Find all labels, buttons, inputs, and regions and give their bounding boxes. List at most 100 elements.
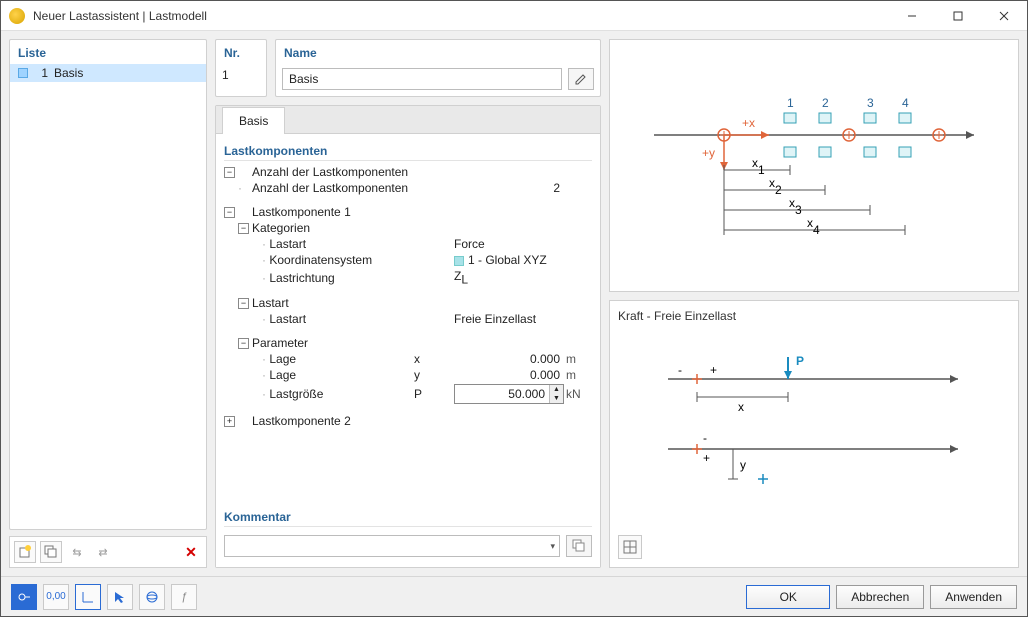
group-parameter: Parameter [252, 336, 592, 350]
lastart-value[interactable]: Force [454, 237, 564, 251]
svg-text:-: - [703, 431, 707, 445]
magnitude-label: · Lastgröße [252, 387, 414, 401]
list-toolbar: ⇆ ⇄ ✕ [9, 536, 207, 568]
titlebar: Neuer Lastassistent | Lastmodell [1, 1, 1027, 31]
svg-text:3: 3 [867, 96, 874, 110]
expander-kategorien[interactable]: − [238, 223, 249, 234]
view-3-button[interactable] [139, 584, 165, 610]
svg-text:+x: +x [742, 116, 755, 130]
apply-button[interactable]: Anwenden [930, 585, 1017, 609]
diagram-upper: +x +y 1 2 [609, 39, 1019, 292]
comment-heading: Kommentar [224, 506, 592, 527]
spin-up-icon[interactable]: ▲ [550, 385, 563, 394]
expander-lastart[interactable]: − [238, 298, 249, 309]
svg-text:y: y [740, 458, 746, 472]
svg-text:x1: x1 [752, 156, 765, 177]
diagram-lower-title: Kraft - Freie Einzellast [618, 309, 1010, 323]
comment-library-button[interactable] [566, 535, 592, 557]
key-icon [17, 590, 31, 604]
svg-text:-: - [678, 363, 682, 377]
diagram-lower: Kraft - Freie Einzellast - + P [609, 300, 1019, 569]
link2-button[interactable]: ⇄ [92, 541, 114, 563]
diagram-settings-button[interactable] [618, 535, 642, 559]
expander-count[interactable]: − [224, 167, 235, 178]
lage-y-unit: m [564, 368, 592, 382]
list-item-icon [18, 68, 28, 78]
lage-y-symbol: y [414, 368, 454, 382]
edit-name-button[interactable] [568, 68, 594, 90]
help-button[interactable] [11, 584, 37, 610]
svg-text:x: x [738, 400, 744, 414]
expander-comp2[interactable]: + [224, 416, 235, 427]
list-heading: Liste [10, 40, 206, 64]
svg-text:+: + [703, 451, 710, 465]
maximize-button[interactable] [935, 1, 981, 31]
table-icon [623, 540, 637, 554]
svg-text:P: P [796, 354, 804, 368]
link-button[interactable]: ⇆ [66, 541, 88, 563]
count-value[interactable]: 2 [454, 181, 564, 195]
direction-label: · Lastrichtung [252, 271, 414, 285]
new-item-button[interactable] [14, 541, 36, 563]
magnitude-symbol: P [414, 387, 454, 401]
cursor-icon [113, 590, 127, 604]
units-button[interactable]: 0,00 [43, 584, 69, 610]
svg-text:4: 4 [902, 96, 909, 110]
expander-comp1[interactable]: − [224, 207, 235, 218]
close-button[interactable] [981, 1, 1027, 31]
tab-basis[interactable]: Basis [222, 107, 285, 134]
count-label: Anzahl der Lastkomponenten [252, 181, 414, 195]
type-label: · Lastart [252, 312, 414, 326]
direction-value[interactable]: ZL [454, 269, 564, 286]
group-comp1: Lastkomponente 1 [252, 205, 592, 219]
view-1-button[interactable] [75, 584, 101, 610]
svg-text:2: 2 [822, 96, 829, 110]
window-title: Neuer Lastassistent | Lastmodell [33, 9, 889, 23]
lage-x-label: · Lage [252, 352, 414, 366]
pencil-icon [574, 72, 588, 86]
nr-heading: Nr. [216, 40, 266, 64]
script-button[interactable]: ƒ [171, 584, 197, 610]
svg-text:x2: x2 [769, 176, 782, 197]
minimize-button[interactable] [889, 1, 935, 31]
list-item-label: Basis [54, 66, 83, 80]
type-value[interactable]: Freie Einzellast [454, 312, 564, 326]
lage-x-value[interactable]: 0.000 [454, 352, 564, 366]
spin-down-icon[interactable]: ▼ [550, 394, 563, 403]
globe-icon [145, 590, 159, 604]
app-icon [9, 8, 25, 24]
list-item-number: 1 [34, 66, 48, 80]
section-lastkomponenten: Lastkomponenten [224, 140, 592, 161]
magnitude-unit: kN [564, 387, 592, 401]
svg-text:+: + [710, 363, 717, 377]
axes-icon [81, 590, 95, 604]
lastart-label: · Lastart [252, 237, 414, 251]
copy-icon [572, 539, 586, 553]
group-lastart: Lastart [252, 296, 592, 310]
svg-text:x4: x4 [807, 216, 820, 237]
group-kategorien: Kategorien [252, 221, 592, 235]
list-item[interactable]: 1 Basis [10, 64, 206, 82]
svg-text:x3: x3 [789, 196, 802, 217]
svg-text:+y: +y [702, 146, 715, 160]
nr-value: 1 [222, 68, 229, 82]
delete-button[interactable]: ✕ [180, 541, 202, 563]
lage-y-label: · Lage [252, 368, 414, 382]
cancel-button[interactable]: Abbrechen [836, 585, 924, 609]
coord-value[interactable]: 1 - Global XYZ [454, 253, 564, 267]
comment-combo[interactable]: ▾ [224, 535, 560, 557]
view-2-button[interactable] [107, 584, 133, 610]
lage-y-value[interactable]: 0.000 [454, 368, 564, 382]
expander-parameter[interactable]: − [238, 338, 249, 349]
copy-item-button[interactable] [40, 541, 62, 563]
group-comp2: Lastkomponente 2 [252, 414, 592, 428]
name-input[interactable]: Basis [282, 68, 562, 90]
ok-button[interactable]: OK [746, 585, 830, 609]
group-count: Anzahl der Lastkomponenten [252, 165, 592, 179]
name-heading: Name [276, 40, 600, 64]
lage-x-unit: m [564, 352, 592, 366]
lage-x-symbol: x [414, 352, 454, 366]
coord-label: · Koordinatensystem [252, 253, 414, 267]
svg-text:1: 1 [787, 96, 794, 110]
magnitude-spinner[interactable]: 50.000 ▲▼ [454, 384, 564, 404]
